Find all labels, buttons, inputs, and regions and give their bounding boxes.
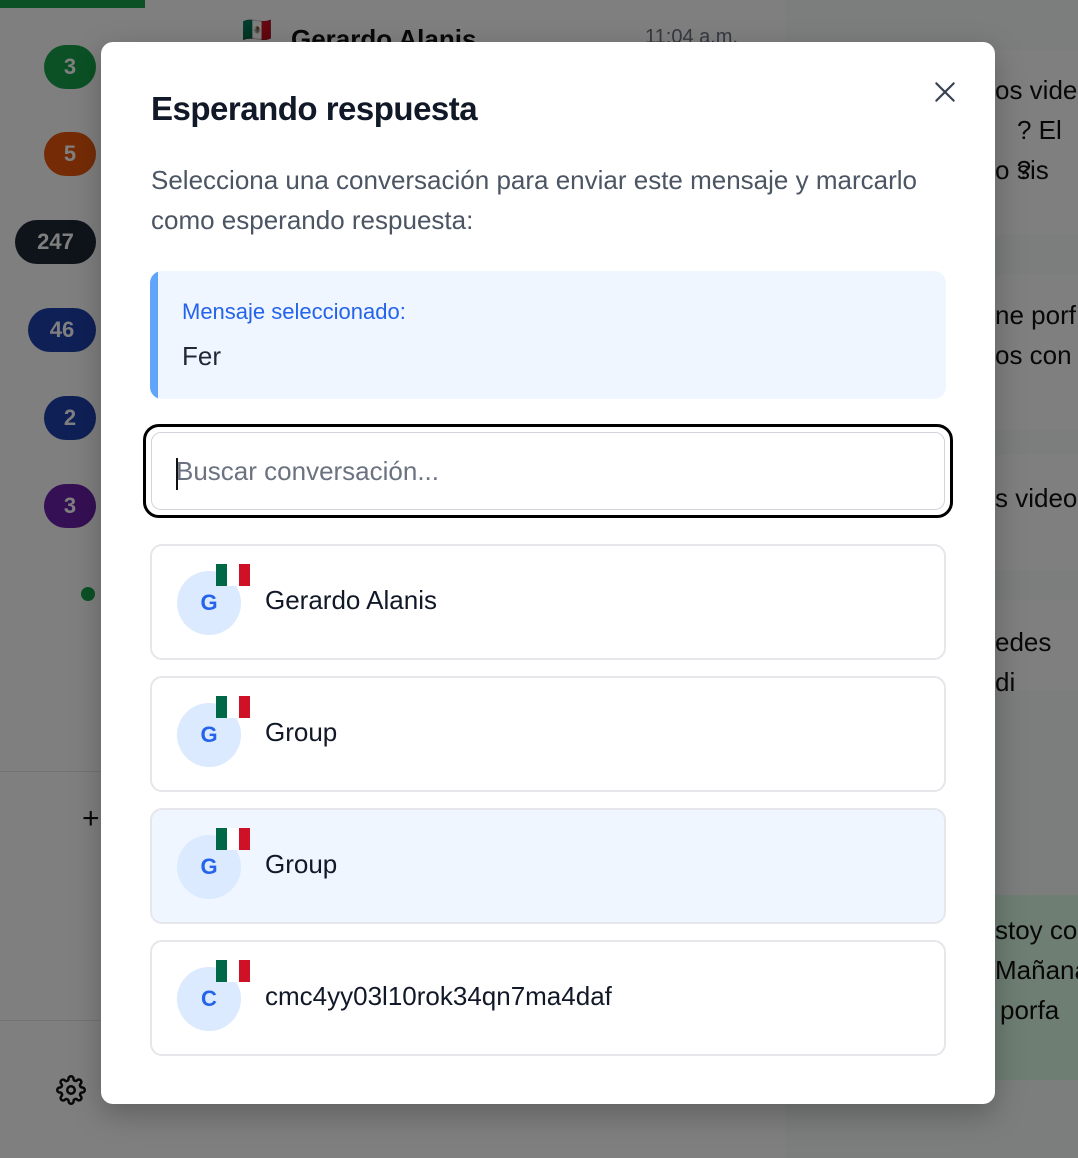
selected-message-label: Mensaje seleccionado: xyxy=(182,299,406,324)
mexico-flag-icon xyxy=(216,696,250,718)
accent-bar xyxy=(150,271,158,399)
conversation-name: Group xyxy=(265,717,338,747)
selected-message-card: Mensaje seleccionado: Fer xyxy=(150,271,946,399)
waiting-response-dialog: Esperando respuesta Selecciona una conve… xyxy=(101,42,995,1104)
conversation-name: cmc4yy03l10rok34qn7ma4daf xyxy=(265,981,612,1011)
selected-message-text: Fer xyxy=(182,341,221,371)
close-icon xyxy=(935,82,955,102)
conversation-option[interactable]: G Gerardo Alanis xyxy=(150,544,946,660)
conversation-name: Gerardo Alanis xyxy=(265,585,437,615)
dialog-title: Esperando respuesta xyxy=(151,90,478,127)
mexico-flag-icon xyxy=(216,828,250,850)
conversation-option[interactable]: G Group xyxy=(150,676,946,792)
close-button[interactable] xyxy=(927,74,963,110)
search-input[interactable] xyxy=(151,432,945,510)
mexico-flag-icon xyxy=(216,564,250,586)
conversation-name: Group xyxy=(265,849,338,879)
text-cursor xyxy=(176,458,178,490)
mexico-flag-icon xyxy=(216,960,250,982)
search-focus-ring xyxy=(143,424,953,518)
conversation-option[interactable]: C cmc4yy03l10rok34qn7ma4daf xyxy=(150,940,946,1056)
conversation-option-hovered[interactable]: G Group xyxy=(150,808,946,924)
dialog-description: Selecciona una conversación para enviar … xyxy=(151,165,917,235)
